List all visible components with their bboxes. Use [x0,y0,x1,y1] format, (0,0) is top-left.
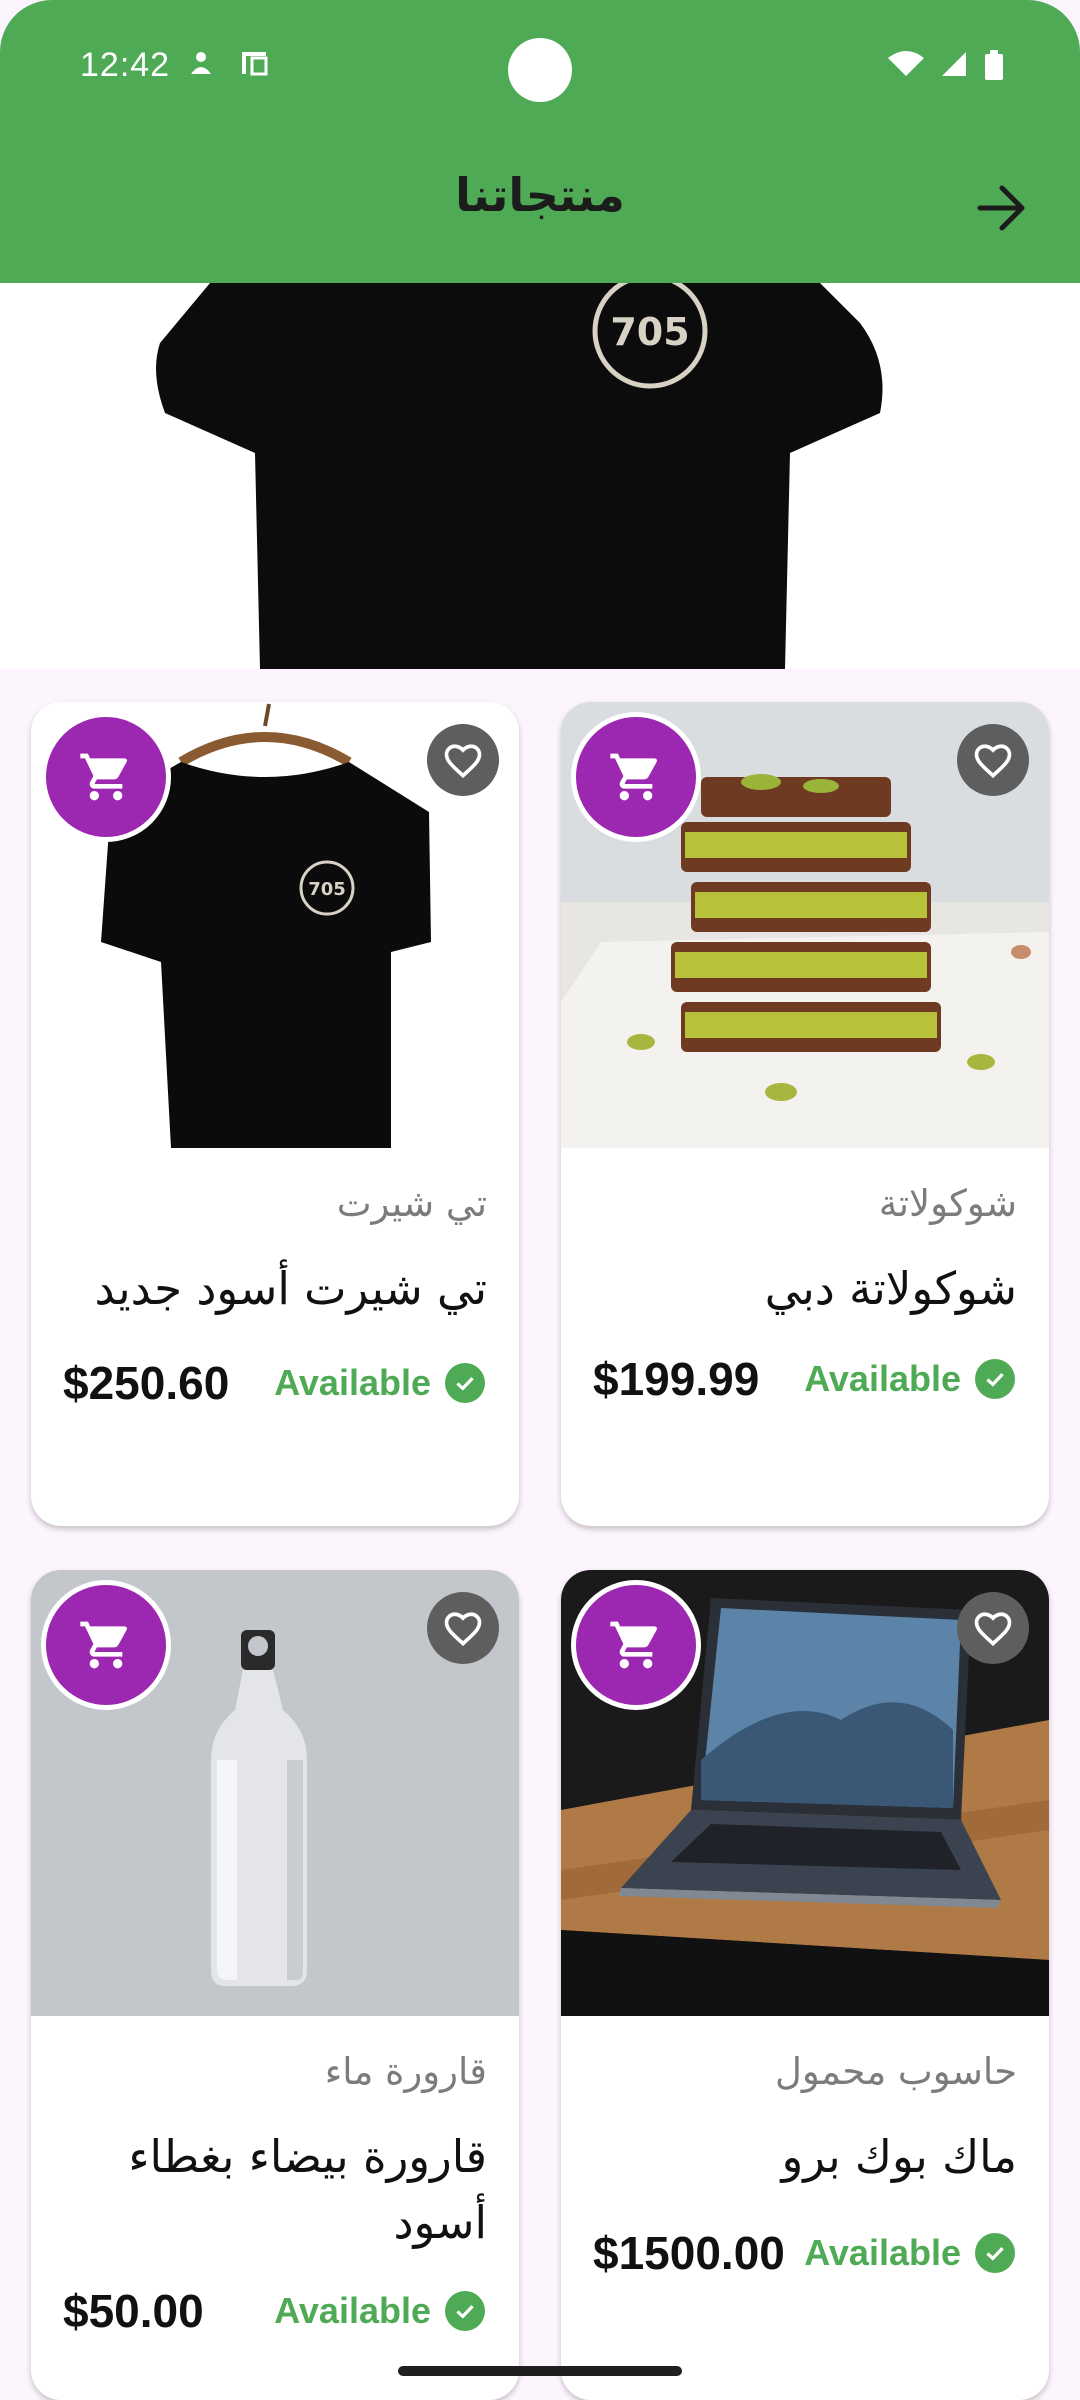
cart-icon [80,1621,128,1669]
product-price: $50.00 [63,2285,204,2337]
favorite-button[interactable] [427,1592,499,1664]
add-to-cart-button[interactable] [571,712,701,842]
heart-icon [974,744,1012,779]
banner-tshirt-image: 705 [0,283,1080,669]
status-bar: 12:42 [0,0,1080,130]
product-card-chocolate[interactable]: شوكولاتة شوكولاتة دبي $199.99 Available [561,702,1049,1526]
availability-label: Available [274,2290,431,2331]
availability-status: Available [274,1362,485,1404]
banner-image[interactable]: 705 [0,283,1080,669]
add-to-cart-button[interactable] [41,712,171,842]
screenshot-icon [242,52,268,76]
check-circle-icon [975,2233,1015,2273]
check-circle-icon [975,1359,1015,1399]
availability-label: Available [804,2232,961,2273]
availability-status: Available [274,2290,485,2332]
product-price: $1500.00 [593,2227,785,2279]
cart-icon [610,1621,658,1669]
home-indicator[interactable] [398,2366,682,2376]
banner-logo-text: 705 [610,310,689,354]
wifi-icon [888,51,924,76]
favorite-button[interactable] [957,724,1029,796]
camera-cutout [508,38,572,102]
product-card-tshirt[interactable]: 705 تي شيرت تي شيرت أسود جديد $250.60 Av… [31,702,519,1526]
heart-icon [444,1612,482,1647]
cart-icon [80,753,128,801]
product-category: قارورة ماء [324,2050,487,2093]
heart-icon [974,1612,1012,1647]
availability-label: Available [804,1358,961,1399]
add-to-cart-button[interactable] [41,1580,171,1710]
product-category: تي شيرت [336,1182,487,1225]
svg-text:705: 705 [308,879,346,900]
heart-icon [444,744,482,779]
status-time: 12:42 [80,46,171,84]
signal-icon [942,52,966,76]
product-name: تي شيرت أسود جديد [94,1262,488,1315]
check-circle-icon [445,1363,485,1403]
page-title: منتجاتنا [455,168,625,222]
product-category: حاسوب محمول [775,2050,1017,2093]
product-name: ماك بوك برو [781,2130,1017,2183]
product-name: قارورة بيضاء بغطاء أسود [128,2130,487,2249]
battery-icon [985,50,1003,80]
product-price: $250.60 [63,1357,230,1409]
product-card-bottle[interactable]: قارورة ماء قارورة بيضاء بغطاء أسود $50.0… [31,1570,519,2400]
availability-status: Available [804,1358,1015,1400]
favorite-button[interactable] [957,1592,1029,1664]
arrow-right-icon[interactable] [972,178,1032,238]
notification-icon [191,52,211,74]
favorite-button[interactable] [427,724,499,796]
product-name: شوكولاتة دبي [764,1262,1017,1315]
availability-label: Available [274,1362,431,1403]
product-price: $199.99 [593,1353,760,1405]
add-to-cart-button[interactable] [571,1580,701,1710]
availability-status: Available [804,2232,1015,2274]
product-category: شوكولاتة [878,1182,1017,1225]
cart-icon [610,753,658,801]
check-circle-icon [445,2291,485,2331]
top-app-bar: 12:42 منتجاتنا [0,0,1080,283]
product-card-laptop[interactable]: حاسوب محمول ماك بوك برو $1500.00 Availab… [561,1570,1049,2400]
